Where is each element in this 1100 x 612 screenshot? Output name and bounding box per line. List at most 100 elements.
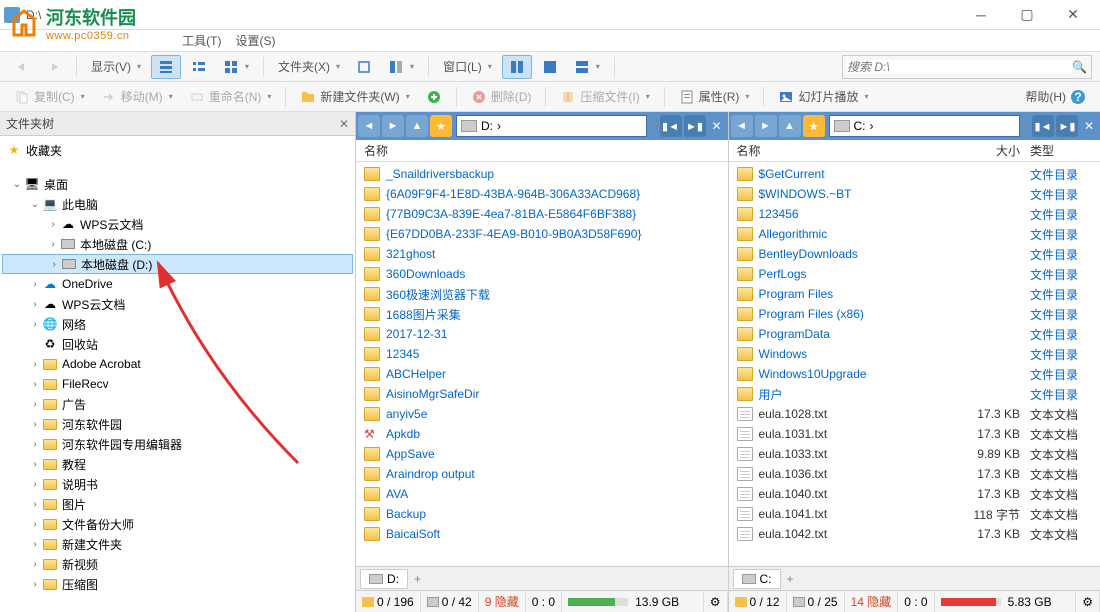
file-row[interactable]: Program Files文件目录 xyxy=(729,284,1100,304)
file-list-left[interactable]: _Snaildriversbackup{6A09F9F4-1E8D-43BA-9… xyxy=(356,162,728,566)
tree-item[interactable]: ›新建文件夹 xyxy=(2,534,353,554)
column-headers-left[interactable]: 名称 xyxy=(356,140,728,162)
search-input[interactable] xyxy=(847,60,1072,74)
tree-item[interactable]: ›河东软件园 xyxy=(2,414,353,434)
view-more-button[interactable] xyxy=(217,55,255,79)
add-tab-button[interactable]: + xyxy=(408,572,427,586)
tree-item[interactable]: ›图片 xyxy=(2,494,353,514)
crumb-drop[interactable] xyxy=(1024,119,1030,133)
tree-item[interactable]: ›☁WPS云文档 xyxy=(2,294,353,314)
folder-opt1-button[interactable] xyxy=(350,55,378,79)
file-row[interactable]: Allegorithmic文件目录 xyxy=(729,224,1100,244)
nav-fav-button[interactable]: ★ xyxy=(803,115,825,137)
nav-close-button[interactable]: ✕ xyxy=(1080,119,1098,133)
layout-single-button[interactable] xyxy=(536,55,564,79)
file-row[interactable]: 12345 xyxy=(356,344,728,364)
tree-item[interactable]: ›本地磁盘 (C:) xyxy=(2,234,353,254)
rename-button[interactable]: 重命名(N) xyxy=(183,85,278,109)
tab-d[interactable]: D: xyxy=(360,569,408,589)
tree-item[interactable]: ♻回收站 xyxy=(2,334,353,354)
file-row[interactable]: $GetCurrent文件目录 xyxy=(729,164,1100,184)
view-list-button[interactable] xyxy=(185,55,213,79)
tree-item[interactable]: ›河东软件园专用编辑器 xyxy=(2,434,353,454)
file-row[interactable]: 360Downloads xyxy=(356,264,728,284)
tree-item[interactable]: ›☁OneDrive xyxy=(2,274,353,294)
tree-item[interactable]: ⌄💻此电脑 xyxy=(2,194,353,214)
tree-item[interactable]: ›🌐网络 xyxy=(2,314,353,334)
nav-fwd-button[interactable]: ► xyxy=(382,115,404,137)
tree-item[interactable]: ›文件备份大师 xyxy=(2,514,353,534)
col-type[interactable]: 类型 xyxy=(1020,142,1100,159)
file-row[interactable]: AppSave xyxy=(356,444,728,464)
file-list-right[interactable]: $GetCurrent文件目录$WINDOWS.~BT文件目录123456文件目… xyxy=(729,162,1100,566)
tree-item[interactable]: ⌄🖥桌面 xyxy=(2,174,353,194)
move-button[interactable]: 移动(M) xyxy=(95,85,179,109)
search-icon[interactable]: 🔍 xyxy=(1072,60,1087,74)
file-row[interactable]: {E67DD0BA-233F-4EA9-B010-9B0A3D58F690} xyxy=(356,224,728,244)
folder-opt2-button[interactable] xyxy=(382,55,420,79)
menu-settings[interactable]: 设置(S) xyxy=(236,32,276,49)
file-row[interactable]: eula.1040.txt17.3 KB文本文档 xyxy=(729,484,1100,504)
file-row[interactable]: Araindrop output xyxy=(356,464,728,484)
slideshow-button[interactable]: 幻灯片播放 xyxy=(772,85,874,109)
file-row[interactable]: AisinoMgrSafeDir xyxy=(356,384,728,404)
file-row[interactable]: 321ghost xyxy=(356,244,728,264)
file-row[interactable]: Backup xyxy=(356,504,728,524)
minimize-button[interactable]: ─ xyxy=(958,0,1004,30)
col-name[interactable]: 名称 xyxy=(364,142,728,159)
folder-menu[interactable]: 文件夹(X) xyxy=(272,55,346,79)
file-row[interactable]: Windows文件目录 xyxy=(729,344,1100,364)
file-row[interactable]: ⚒Apkdb xyxy=(356,424,728,444)
window-menu[interactable]: 窗口(L) xyxy=(437,55,498,79)
file-row[interactable]: 360极速浏览器下载 xyxy=(356,284,728,304)
new-folder-button[interactable]: 新建文件夹(W) xyxy=(294,85,415,109)
view-menu[interactable]: 显示(V) xyxy=(85,55,147,79)
crumb-drop[interactable] xyxy=(651,119,657,133)
file-row[interactable]: ProgramData文件目录 xyxy=(729,324,1100,344)
help-button[interactable]: 帮助(H) ? xyxy=(1019,85,1092,109)
close-button[interactable]: ✕ xyxy=(1050,0,1096,30)
file-row[interactable]: PerfLogs文件目录 xyxy=(729,264,1100,284)
file-row[interactable]: eula.1028.txt17.3 KB文本文档 xyxy=(729,404,1100,424)
tree-close-icon[interactable]: ✕ xyxy=(339,117,349,131)
file-row[interactable]: eula.1036.txt17.3 KB文本文档 xyxy=(729,464,1100,484)
copy-button[interactable]: 复制(C) xyxy=(8,85,91,109)
favorites-row[interactable]: ★ 收藏夹 xyxy=(2,140,353,160)
nav-up-button[interactable]: ▲ xyxy=(779,115,801,137)
nav-up-button[interactable]: ▲ xyxy=(406,115,428,137)
tree-item[interactable]: ›本地磁盘 (D:) xyxy=(2,254,353,274)
breadcrumb-left[interactable]: D:› xyxy=(456,115,647,137)
props-button[interactable]: 属性(R) xyxy=(673,85,756,109)
tree-item[interactable]: ›FileRecv xyxy=(2,374,353,394)
tree-item[interactable]: ›压缩图 xyxy=(2,574,353,594)
file-row[interactable]: $WINDOWS.~BT文件目录 xyxy=(729,184,1100,204)
search-box[interactable]: 🔍 xyxy=(842,55,1092,79)
file-row[interactable]: AVA xyxy=(356,484,728,504)
file-row[interactable]: 2017-12-31 xyxy=(356,324,728,344)
tree-item[interactable]: ›Adobe Acrobat xyxy=(2,354,353,374)
view-details-button[interactable] xyxy=(151,55,181,79)
file-row[interactable]: ABCHelper xyxy=(356,364,728,384)
tree-item[interactable]: ›☁WPS云文档 xyxy=(2,214,353,234)
file-row[interactable]: eula.1033.txt9.89 KB文本文档 xyxy=(729,444,1100,464)
nav-back-button[interactable]: ◄ xyxy=(358,115,380,137)
file-row[interactable]: 123456文件目录 xyxy=(729,204,1100,224)
nav-next-button[interactable]: ►▮ xyxy=(684,115,706,137)
file-row[interactable]: Program Files (x86)文件目录 xyxy=(729,304,1100,324)
file-row[interactable]: _Snaildriversbackup xyxy=(356,164,728,184)
file-row[interactable]: eula.1041.txt118 字节文本文档 xyxy=(729,504,1100,524)
tree-item[interactable]: ›广告 xyxy=(2,394,353,414)
layout-dual-button[interactable] xyxy=(502,55,532,79)
nav-close-button[interactable]: ✕ xyxy=(708,119,726,133)
file-row[interactable]: eula.1031.txt17.3 KB文本文档 xyxy=(729,424,1100,444)
compress-button[interactable]: 压缩文件(I) xyxy=(554,85,655,109)
col-name[interactable]: 名称 xyxy=(737,142,961,159)
nav-prev-button[interactable]: ▮◄ xyxy=(660,115,682,137)
new-plus-button[interactable] xyxy=(420,85,448,109)
file-row[interactable]: {6A09F9F4-1E8D-43BA-964B-306A33ACD968} xyxy=(356,184,728,204)
file-row[interactable]: anyiv5e xyxy=(356,404,728,424)
breadcrumb-right[interactable]: C:› xyxy=(829,115,1020,137)
add-tab-button[interactable]: + xyxy=(781,572,800,586)
menu-tools[interactable]: 工具(T) xyxy=(182,32,221,49)
nav-next-button[interactable]: ►▮ xyxy=(1056,115,1078,137)
